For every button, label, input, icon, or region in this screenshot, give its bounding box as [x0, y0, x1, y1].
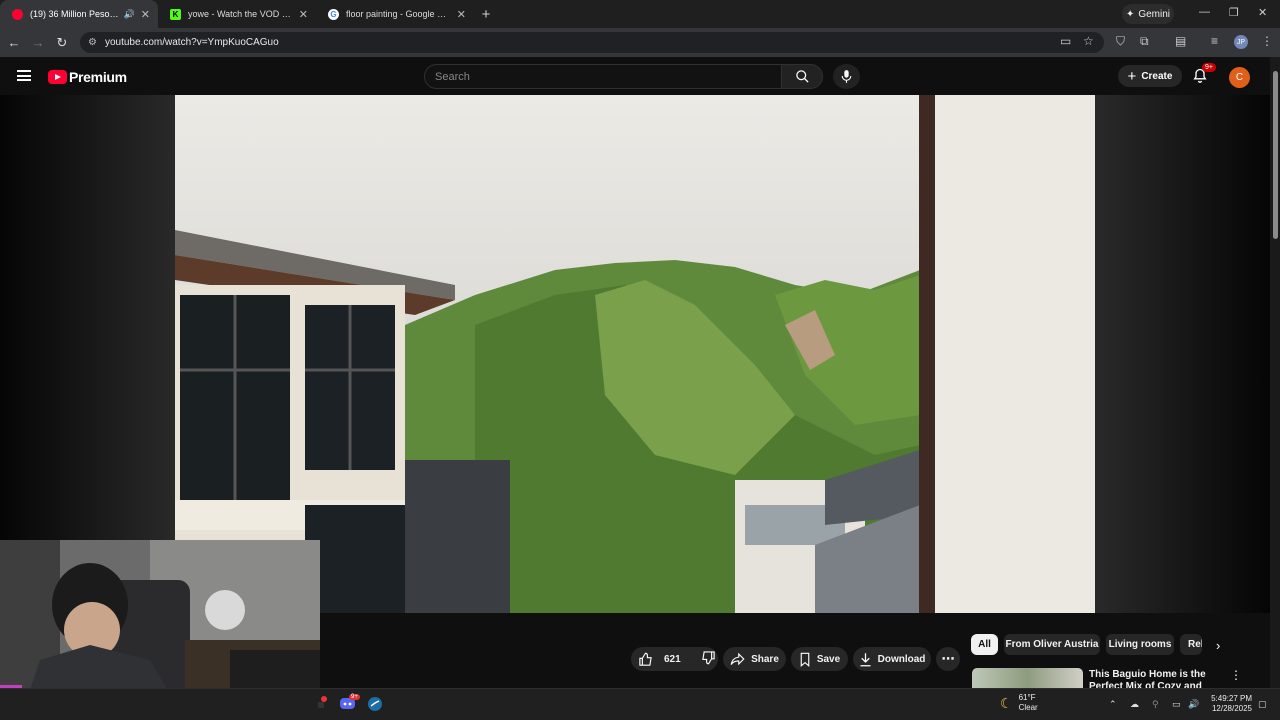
- gemini-button[interactable]: ✦ Gemini: [1122, 4, 1174, 24]
- like-dislike-group: 621: [631, 647, 718, 671]
- windows-taskbar: [0, 688, 1280, 720]
- share-icon: [730, 652, 745, 666]
- notification-badge: 9+: [1202, 63, 1216, 72]
- like-button[interactable]: 621: [638, 652, 681, 667]
- plus-icon: +: [1127, 67, 1137, 85]
- tab-kick[interactable]: K yowe - Watch the VOD on Kick ✕: [158, 0, 316, 28]
- more-horizontal-icon: ⋯: [941, 651, 955, 666]
- notifications-button[interactable]: 9+: [1192, 63, 1216, 89]
- dislike-button[interactable]: [701, 650, 722, 668]
- close-tab-icon[interactable]: ✕: [457, 8, 466, 21]
- video-content-scene: [175, 95, 1095, 613]
- url-bar[interactable]: ⚙ youtube.com/watch?v=YmpKuoCAGuo: [80, 32, 1104, 53]
- tab-youtube[interactable]: (19) 36 Million Peso Baguio 🔊 ✕: [0, 0, 158, 28]
- media-icon[interactable]: ≡: [1211, 34, 1218, 48]
- tab-title: (19) 36 Million Peso Baguio: [30, 9, 120, 19]
- weather-widget[interactable]: ☾ 61°F Clear: [1000, 693, 1038, 713]
- search-icon: [795, 70, 809, 83]
- weather-desc: Clear: [1018, 703, 1038, 712]
- new-tab-icon[interactable]: +: [474, 6, 498, 23]
- reload-icon[interactable]: ↻: [50, 35, 74, 51]
- recommendation-menu-icon[interactable]: ⋮: [1230, 668, 1242, 682]
- close-tab-icon[interactable]: ✕: [299, 8, 308, 21]
- clock-date: 12/28/2025: [1211, 704, 1252, 713]
- share-button[interactable]: Share: [723, 647, 786, 671]
- close-tab-icon[interactable]: ✕: [141, 8, 150, 21]
- more-actions-button[interactable]: ⋯: [936, 647, 960, 671]
- back-icon[interactable]: ←: [2, 35, 26, 50]
- sidepanel-icon[interactable]: ▤: [1175, 34, 1186, 48]
- youtube-header: Premium Search + Create 9+ C: [0, 57, 1280, 95]
- recording-app-icon[interactable]: [318, 695, 328, 713]
- search-input[interactable]: Search: [424, 64, 782, 89]
- tab-title: floor painting - Google Search: [346, 9, 451, 19]
- weather-temp: 61°F: [1018, 693, 1036, 702]
- chip-related[interactable]: Rel: [1180, 634, 1202, 655]
- browser-tab-bar: (19) 36 Million Peso Baguio 🔊 ✕ K yowe -…: [0, 0, 1280, 28]
- menu-icon[interactable]: ⋮: [1261, 34, 1273, 48]
- google-favicon-icon: G: [328, 8, 339, 20]
- youtube-premium-logo[interactable]: Premium: [48, 69, 127, 85]
- gemini-label: Gemini: [1138, 8, 1171, 20]
- like-count: 621: [664, 653, 681, 665]
- address-toolbar: ← → ↻ ⚙ youtube.com/watch?v=YmpKuoCAGuo …: [0, 28, 1280, 57]
- shield-extension-icon[interactable]: ⛉: [1116, 34, 1125, 49]
- restore-icon[interactable]: ❐: [1229, 6, 1239, 19]
- page-scrollbar[interactable]: [1270, 57, 1280, 688]
- url-text: youtube.com/watch?v=YmpKuoCAGuo: [104, 37, 279, 48]
- site-info-icon[interactable]: ⚙: [88, 37, 97, 48]
- create-label: Create: [1141, 70, 1173, 82]
- profile-avatar[interactable]: JP: [1234, 35, 1248, 49]
- network-icon[interactable]: ▭: [1172, 699, 1181, 710]
- search-button[interactable]: [781, 64, 823, 89]
- save-button[interactable]: Save: [791, 647, 848, 671]
- youtube-favicon-icon: [12, 8, 23, 20]
- discord-badge: 9+: [349, 694, 360, 700]
- recommendation-title[interactable]: This Baguio Home is the Perfect Mix of C…: [1089, 669, 1229, 688]
- save-label: Save: [816, 653, 841, 665]
- system-clock[interactable]: 5:49:27 PM 12/28/2025: [1206, 694, 1252, 714]
- minimize-icon[interactable]: —: [1199, 6, 1210, 18]
- share-label: Share: [751, 653, 779, 665]
- cast-icon[interactable]: ▭: [1060, 34, 1071, 48]
- voice-search-button[interactable]: [833, 64, 860, 89]
- tab-google[interactable]: G floor painting - Google Search ✕: [316, 0, 474, 28]
- extensions-icon[interactable]: ⧉: [1140, 34, 1149, 49]
- video-frame[interactable]: [175, 95, 1095, 613]
- bookmark-star-icon[interactable]: ☆: [1083, 34, 1094, 48]
- tab-title: yowe - Watch the VOD on Kick: [188, 9, 293, 19]
- youtube-play-icon: [48, 70, 67, 84]
- download-button[interactable]: Download: [853, 647, 931, 671]
- moon-icon: ☾: [1000, 694, 1013, 711]
- chip-living-rooms[interactable]: Living rooms: [1106, 634, 1174, 655]
- steam-icon[interactable]: [368, 697, 382, 716]
- kick-favicon-icon: K: [170, 8, 181, 20]
- chip-all[interactable]: All: [971, 634, 998, 655]
- logo-wordmark: Premium: [69, 69, 127, 85]
- close-window-icon[interactable]: ✕: [1258, 6, 1267, 19]
- chevron-up-icon[interactable]: ⌃: [1109, 699, 1117, 710]
- hamburger-menu-icon[interactable]: [17, 70, 31, 81]
- notification-center-icon[interactable]: ▢: [1258, 699, 1267, 710]
- onedrive-icon[interactable]: ☁: [1130, 699, 1139, 710]
- microphone-icon: [841, 70, 852, 83]
- microphone-tray-icon[interactable]: ⚲: [1152, 699, 1159, 710]
- account-avatar[interactable]: C: [1229, 67, 1250, 88]
- chip-from-oliver-austria[interactable]: From Oliver Austria: [1004, 634, 1100, 655]
- thumbs-up-icon: [639, 652, 652, 666]
- create-button[interactable]: + Create: [1118, 65, 1182, 87]
- download-icon: [860, 652, 871, 666]
- sparkle-icon: ✦: [1125, 8, 1135, 20]
- download-label: Download: [877, 653, 926, 665]
- clock-time: 5:49:27 PM: [1211, 694, 1252, 703]
- thumbs-down-icon: [701, 651, 715, 665]
- scrollbar-thumb[interactable]: [1273, 71, 1278, 239]
- bookmark-icon: [800, 652, 810, 667]
- recommendation-thumbnail[interactable]: [972, 668, 1083, 688]
- speaker-icon[interactable]: 🔊: [124, 9, 135, 20]
- volume-icon[interactable]: 🔊: [1188, 699, 1199, 710]
- forward-icon[interactable]: →: [26, 35, 50, 50]
- chevron-right-icon[interactable]: ›: [1216, 638, 1220, 653]
